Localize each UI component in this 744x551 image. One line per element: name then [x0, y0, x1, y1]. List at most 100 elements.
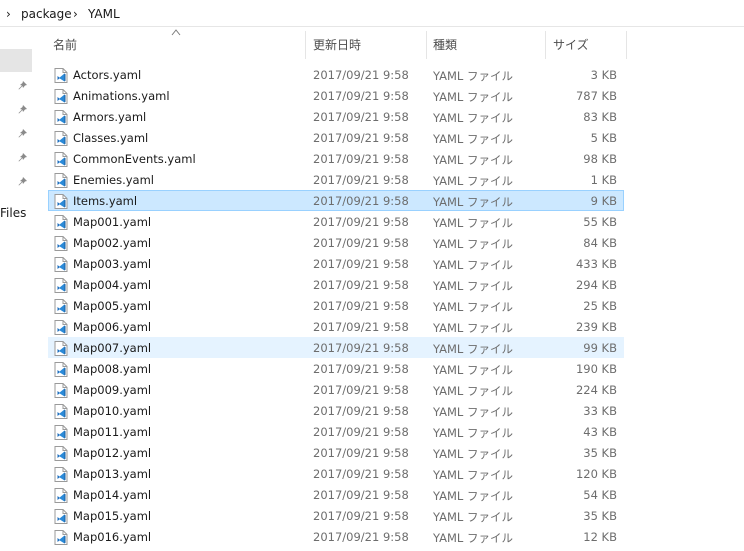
file-name[interactable]: Map012.yaml	[73, 446, 151, 460]
vscode-file-icon	[54, 362, 68, 377]
file-name[interactable]: Map010.yaml	[73, 404, 151, 418]
file-date: 2017/09/21 9:58	[313, 215, 409, 229]
file-row[interactable]: Map014.yaml 2017/09/21 9:58 YAML ファイル 54 KB	[48, 484, 624, 505]
file-date: 2017/09/21 9:58	[313, 68, 409, 82]
file-type: YAML ファイル	[433, 468, 513, 482]
file-date: 2017/09/21 9:58	[313, 488, 409, 502]
file-name[interactable]: Map015.yaml	[73, 509, 151, 523]
file-row[interactable]: Map010.yaml 2017/09/21 9:58 YAML ファイル 33 KB	[48, 400, 624, 421]
vscode-file-icon	[54, 215, 68, 230]
column-header-size[interactable]: サイズ	[553, 36, 589, 53]
chevron-right-icon[interactable]: ›	[6, 7, 11, 21]
chevron-right-icon[interactable]: ›	[73, 7, 78, 21]
column-divider[interactable]	[545, 31, 546, 59]
file-type: YAML ファイル	[433, 237, 513, 251]
file-size: 3 KB	[590, 68, 617, 82]
file-row[interactable]: Enemies.yaml 2017/09/21 9:58 YAML ファイル 1 KB	[48, 169, 624, 190]
file-row[interactable]: Classes.yaml 2017/09/21 9:58 YAML ファイル 5 KB	[48, 127, 624, 148]
file-size: 190 KB	[575, 362, 617, 376]
file-row[interactable]: Map001.yaml 2017/09/21 9:58 YAML ファイル 55 KB	[48, 211, 624, 232]
vscode-file-icon	[54, 467, 68, 482]
column-divider[interactable]	[426, 31, 427, 59]
file-row[interactable]: Map005.yaml 2017/09/21 9:58 YAML ファイル 25 KB	[48, 295, 624, 316]
file-name[interactable]: Enemies.yaml	[73, 173, 154, 187]
file-row[interactable]: Map008.yaml 2017/09/21 9:58 YAML ファイル 190 K…	[48, 358, 624, 379]
pin-icon[interactable]	[17, 176, 28, 187]
file-date: 2017/09/21 9:58	[313, 530, 409, 544]
file-name[interactable]: Map014.yaml	[73, 488, 151, 502]
file-row[interactable]: Map002.yaml 2017/09/21 9:58 YAML ファイル 84 KB	[48, 232, 624, 253]
vscode-file-icon	[54, 404, 68, 419]
nav-selected-item[interactable]	[0, 49, 32, 72]
file-size: 55 KB	[583, 215, 617, 229]
file-name[interactable]: Map004.yaml	[73, 278, 151, 292]
file-row[interactable]: Map011.yaml 2017/09/21 9:58 YAML ファイル 43 KB	[48, 421, 624, 442]
file-type: YAML ファイル	[433, 321, 513, 335]
file-name[interactable]: Classes.yaml	[73, 131, 148, 145]
file-name[interactable]: Map002.yaml	[73, 236, 151, 250]
vscode-file-icon	[54, 131, 68, 146]
vscode-file-icon	[54, 383, 68, 398]
pin-icon[interactable]	[17, 128, 28, 139]
pin-icon[interactable]	[17, 80, 28, 91]
file-name[interactable]: Armors.yaml	[73, 110, 146, 124]
file-row[interactable]: Map012.yaml 2017/09/21 9:58 YAML ファイル 35 KB	[48, 442, 624, 463]
breadcrumb-package[interactable]: package	[21, 7, 72, 21]
vscode-file-icon	[54, 152, 68, 167]
pin-icon[interactable]	[17, 152, 28, 163]
file-row[interactable]: Map004.yaml 2017/09/21 9:58 YAML ファイル 294 K…	[48, 274, 624, 295]
file-name[interactable]: Actors.yaml	[73, 68, 141, 82]
file-type: YAML ファイル	[433, 90, 513, 104]
address-bar[interactable]: › package › YAML	[0, 0, 744, 27]
file-name[interactable]: Items.yaml	[73, 194, 137, 208]
file-row[interactable]: CommonEvents.yaml 2017/09/21 9:58 YAML ファイ…	[48, 148, 624, 169]
vscode-file-icon	[54, 341, 68, 356]
file-row[interactable]: Map003.yaml 2017/09/21 9:58 YAML ファイル 433 K…	[48, 253, 624, 274]
file-type: YAML ファイル	[433, 69, 513, 83]
pin-icon[interactable]	[17, 104, 28, 115]
file-name[interactable]: Map013.yaml	[73, 467, 151, 481]
column-header-date[interactable]: 更新日時	[313, 36, 361, 53]
file-row[interactable]: Animations.yaml 2017/09/21 9:58 YAML ファイル 7…	[48, 85, 624, 106]
breadcrumb-yaml[interactable]: YAML	[88, 7, 120, 21]
file-row[interactable]: Map006.yaml 2017/09/21 9:58 YAML ファイル 239 K…	[48, 316, 624, 337]
column-divider[interactable]	[626, 31, 627, 59]
vscode-file-icon	[54, 257, 68, 272]
file-row[interactable]: Map015.yaml 2017/09/21 9:58 YAML ファイル 35 KB	[48, 505, 624, 526]
file-name[interactable]: Map008.yaml	[73, 362, 151, 376]
file-name[interactable]: Map006.yaml	[73, 320, 151, 334]
file-name[interactable]: Map009.yaml	[73, 383, 151, 397]
column-divider[interactable]	[305, 31, 306, 59]
file-row[interactable]: Map007.yaml 2017/09/21 9:58 YAML ファイル 99 KB	[48, 337, 624, 358]
file-date: 2017/09/21 9:58	[313, 194, 409, 208]
file-name[interactable]: Map011.yaml	[73, 425, 151, 439]
file-type: YAML ファイル	[433, 342, 513, 356]
file-size: 83 KB	[583, 110, 617, 124]
vscode-file-icon	[54, 236, 68, 251]
file-name[interactable]: Animations.yaml	[73, 89, 170, 103]
vscode-file-icon	[54, 278, 68, 293]
column-header-type[interactable]: 種類	[433, 36, 457, 53]
file-date: 2017/09/21 9:58	[313, 299, 409, 313]
file-row[interactable]: Items.yaml 2017/09/21 9:58 YAML ファイル 9 KB	[48, 190, 624, 211]
file-row[interactable]: Map009.yaml 2017/09/21 9:58 YAML ファイル 224 K…	[48, 379, 624, 400]
file-row[interactable]: Armors.yaml 2017/09/21 9:58 YAML ファイル 83 KB	[48, 106, 624, 127]
file-name[interactable]: CommonEvents.yaml	[73, 152, 196, 166]
file-date: 2017/09/21 9:58	[313, 467, 409, 481]
file-name[interactable]: Map005.yaml	[73, 299, 151, 313]
file-type: YAML ファイル	[433, 489, 513, 503]
file-type: YAML ファイル	[433, 258, 513, 272]
file-type: YAML ファイル	[433, 405, 513, 419]
nav-item-files[interactable]: Files	[0, 206, 26, 220]
file-name[interactable]: Map016.yaml	[73, 530, 151, 544]
file-name[interactable]: Map001.yaml	[73, 215, 151, 229]
file-size: 787 KB	[575, 89, 617, 103]
file-row[interactable]: Map016.yaml 2017/09/21 9:58 YAML ファイル 12 KB	[48, 526, 624, 547]
file-row[interactable]: Map013.yaml 2017/09/21 9:58 YAML ファイル 120 K…	[48, 463, 624, 484]
vscode-file-icon	[54, 89, 68, 104]
file-name[interactable]: Map003.yaml	[73, 257, 151, 271]
file-row[interactable]: Actors.yaml 2017/09/21 9:58 YAML ファイル 3 KB	[48, 64, 624, 85]
file-name[interactable]: Map007.yaml	[73, 341, 151, 355]
column-header-name[interactable]: 名前	[53, 36, 77, 53]
vscode-file-icon	[54, 530, 68, 545]
